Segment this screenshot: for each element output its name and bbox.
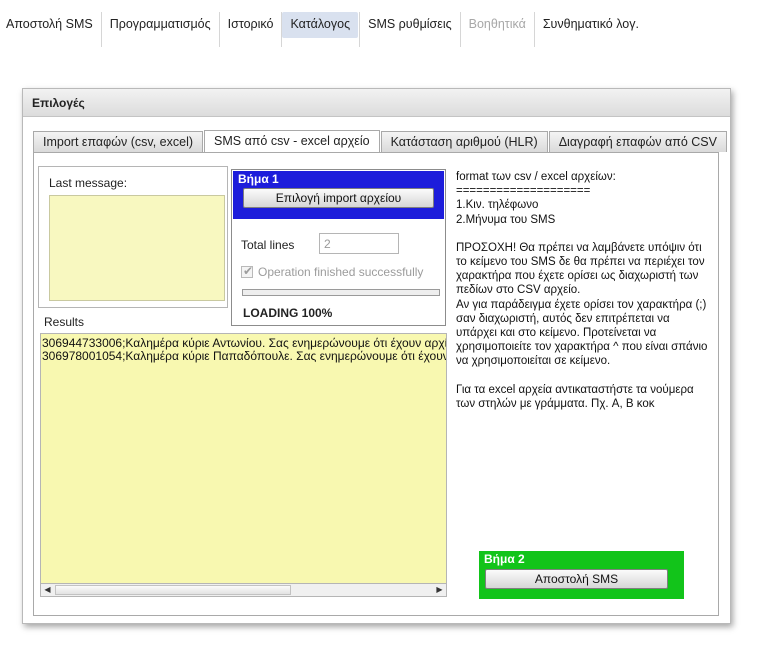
- import-file-button[interactable]: Επιλογή import αρχείου: [243, 188, 434, 208]
- tab-sms-from-csv[interactable]: SMS από csv - excel αρχείο: [204, 130, 380, 153]
- step2-title: Βήμα 2: [484, 552, 525, 566]
- example-text: Αν για παράδειγμα έχετε ορίσει τον χαρακ…: [456, 298, 708, 368]
- nav-sms-settings[interactable]: SMS ρυθμίσεις: [359, 12, 461, 47]
- step1-header: Βήμα 1 Επιλογή import αρχείου: [233, 171, 444, 219]
- nav-scheduling[interactable]: Προγραμματισμός: [102, 12, 220, 47]
- format-instructions: format των csv / excel αρχείων: ========…: [456, 170, 712, 411]
- step1-title: Βήμα 1: [238, 172, 279, 186]
- panel-title: Επιλογές: [23, 89, 730, 117]
- format-title: format των csv / excel αρχείων:: [456, 171, 616, 183]
- results-lines: 306944733006;Καλημέρα κύριε Αντωνίου. Σα…: [42, 337, 447, 363]
- progress-fill: [243, 290, 439, 295]
- progress-bar: [242, 289, 440, 296]
- nav-password[interactable]: Συνθηματικό λογ.: [535, 12, 647, 47]
- operation-status-label: Operation finished successfully: [258, 265, 424, 279]
- step2-box: Βήμα 2 Αποστολή SMS: [479, 551, 684, 599]
- results-label: Results: [44, 315, 85, 329]
- tab-delete-contacts-csv[interactable]: Διαγραφή επαφών από CSV: [548, 131, 727, 152]
- horizontal-scrollbar[interactable]: ◀ ▶: [40, 583, 447, 597]
- format-item: 1.Κιν. τηλέφωνο: [456, 199, 539, 212]
- last-message-label: Last message:: [49, 176, 128, 190]
- step1-box: Βήμα 1 Επιλογή import αρχείου Total line…: [231, 169, 446, 326]
- operation-status-row: ✔ Operation finished successfully: [241, 264, 424, 279]
- options-panel: Επιλογές Import επαφών (csv, excel) SMS …: [22, 88, 731, 624]
- operation-checkbox[interactable]: ✔: [241, 264, 254, 278]
- total-lines-field[interactable]: [319, 233, 399, 254]
- result-line: 306978001054;Καλημέρα κύριε Παπαδόπουλε.…: [42, 349, 447, 363]
- scroll-thumb[interactable]: [55, 585, 291, 595]
- nav-send-sms[interactable]: Αποστολή SMS: [0, 12, 102, 47]
- tab-bar: Import επαφών (csv, excel) SMS από csv -…: [33, 130, 728, 153]
- scroll-left-icon[interactable]: ◀: [41, 584, 54, 596]
- scroll-right-icon[interactable]: ▶: [433, 584, 446, 596]
- tab-import-contacts[interactable]: Import επαφών (csv, excel): [33, 131, 204, 152]
- nav-catalog[interactable]: Κατάλογος: [282, 12, 359, 38]
- warning-text: ΠΡΟΣΟΧΗ! Θα πρέπει να λαμβάνετε υπόψιν ό…: [456, 241, 705, 297]
- tab-number-status-hlr[interactable]: Κατάσταση αριθμού (HLR): [380, 131, 548, 152]
- check-icon: ✔: [243, 264, 254, 278]
- total-lines-label: Total lines: [241, 238, 295, 252]
- last-message-box: Last message:: [38, 166, 228, 308]
- nav-history[interactable]: Ιστορικό: [220, 12, 283, 47]
- results-area[interactable]: 306944733006;Καλημέρα κύριε Αντωνίου. Σα…: [40, 333, 447, 597]
- excel-note: Για τα excel αρχεία αντικαταστήστε τα νο…: [456, 383, 694, 410]
- top-navigation: Αποστολή SMS Προγραμματισμός Ιστορικό Κα…: [0, 12, 647, 52]
- format-separator: ====================: [456, 185, 591, 198]
- tab-content: Last message: Βήμα 1 Επιλογή import αρχε…: [33, 152, 719, 616]
- nav-tools: Βοηθητικά: [461, 12, 535, 47]
- loading-label: LOADING 100%: [243, 306, 333, 320]
- last-message-area[interactable]: [49, 195, 225, 301]
- format-item: 2.Μήνυμα του SMS: [456, 213, 556, 226]
- send-sms-button[interactable]: Αποστολή SMS: [485, 569, 668, 589]
